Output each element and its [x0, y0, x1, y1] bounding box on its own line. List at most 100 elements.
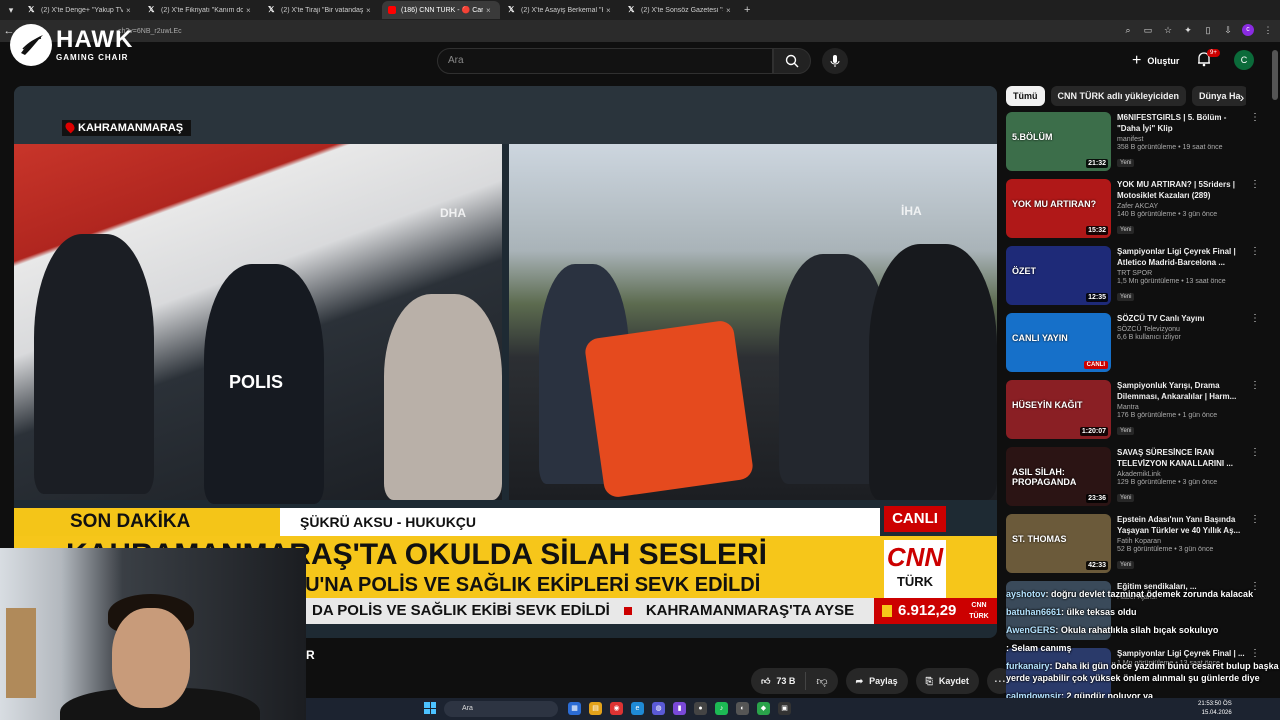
new-badge: Yeni — [1117, 159, 1135, 167]
cnn-turk-logo: CNN TÜRK — [884, 540, 946, 600]
new-tab-button[interactable]: + — [744, 4, 750, 16]
search-input[interactable]: Ara — [437, 48, 773, 74]
more-options-icon[interactable]: ⋮ — [1250, 380, 1260, 391]
microphone-icon — [830, 55, 840, 67]
channel-name[interactable]: AkademikLink — [1117, 471, 1247, 478]
crawl-item: KAHRAMANMARAŞ'TA AYSE — [645, 602, 855, 619]
more-options-icon[interactable]: ⋮ — [1250, 447, 1260, 458]
recommendation-item[interactable]: 5.BÖLÜM 21:32 M6NIFESTGIRLS | 5. Bölüm - "… — [1006, 112, 1268, 179]
task-view-icon[interactable]: ▦ — [568, 702, 581, 715]
thumbnail-text: ASIL SİLAH: PROPAGANDA — [1012, 467, 1077, 487]
browser-tab[interactable]: 𝕏 (2) X'te Fikriyatı "Kanım dondu× — [142, 1, 260, 19]
app-icon[interactable]: ◆ — [757, 702, 770, 715]
more-options-icon[interactable]: ⋮ — [1250, 179, 1260, 190]
more-options-icon[interactable]: ⋮ — [1250, 246, 1260, 257]
close-tab-icon[interactable]: × — [366, 6, 374, 15]
windows-start-icon[interactable] — [424, 702, 436, 714]
recommendation-info: YOK MU ARTIRAN? | 5Sriders | Motosiklet … — [1117, 179, 1247, 236]
video-meta: 176 B görüntüleme • 1 gün önce — [1117, 412, 1218, 419]
app-icon[interactable]: ▣ — [778, 702, 791, 715]
video-thumbnail[interactable]: ÖZET 12:35 — [1006, 246, 1111, 305]
page-scrollbar[interactable] — [1272, 50, 1278, 690]
recommendation-item[interactable]: ST. THOMAS 42:33 Epstein Adası'nın Yanı Ba… — [1006, 514, 1268, 581]
recommendation-title[interactable]: Epstein Adası'nın Yanı Başında Yaşayan T… — [1117, 514, 1247, 536]
close-tab-icon[interactable]: × — [606, 6, 614, 15]
video-thumbnail[interactable]: HÜSEYİN KAĞIT 1:20:07 — [1006, 380, 1111, 439]
video-meta: 52 B görüntüleme • 3 gün önce — [1117, 546, 1214, 553]
browser-tab[interactable]: 𝕏 (2) X'te Asayiş Berkemal "Kahv× — [502, 1, 620, 19]
search-button[interactable] — [773, 48, 811, 74]
extensions-icon[interactable]: ✦ — [1182, 24, 1194, 36]
cast-icon[interactable]: ▭ — [1142, 24, 1154, 36]
video-thumbnail[interactable]: YOK MU ARTIRAN? 15:32 — [1006, 179, 1111, 238]
recommendation-item[interactable]: CANLI YAYIN CANLI SÖZCÜ TV Canlı Yayını SÖZ… — [1006, 313, 1268, 380]
voice-search-button[interactable] — [822, 48, 848, 74]
chat-message: AwenGERS: Okula rahatlıkla silah bıçak s… — [1006, 624, 1280, 636]
channel-name[interactable]: TRT SPOR — [1117, 270, 1247, 277]
close-tab-icon[interactable]: × — [726, 6, 734, 15]
browser-tab[interactable]: 𝕏 (2) X'te Denge+ "Yakup TV'nin× — [22, 1, 140, 19]
scrollbar-thumb[interactable] — [1272, 50, 1278, 100]
edge-icon[interactable]: e — [631, 702, 644, 715]
filter-chip[interactable]: Tümü — [1006, 86, 1045, 106]
chips-next-icon[interactable]: › — [1232, 88, 1252, 108]
close-tab-icon[interactable]: × — [486, 6, 494, 15]
browser-tab[interactable]: 𝕏 (2) X'te Tiraji "Bir vatandaş, Hat× — [262, 1, 380, 19]
filter-chip[interactable]: CNN TÜRK adlı yükleyiciden — [1050, 86, 1187, 106]
recommendation-title[interactable]: SAVAŞ SÜRESİNCE İRAN TELEVİZYON KANALLAR… — [1117, 447, 1247, 469]
sidebar-icon[interactable]: ▯ — [1202, 24, 1214, 36]
recommendation-title[interactable]: SÖZCÜ TV Canlı Yayını — [1117, 313, 1247, 324]
video-thumbnail[interactable]: 5.BÖLÜM 21:32 — [1006, 112, 1111, 171]
thumbnail-text: CANLI YAYIN — [1012, 333, 1068, 343]
orange-medical-bag — [583, 319, 755, 499]
channel-name[interactable]: Fatih Koparan — [1117, 538, 1247, 545]
twitch-icon[interactable]: ▮ — [673, 702, 686, 715]
browser-menu-icon[interactable]: ⋮ — [1262, 24, 1274, 36]
close-tab-icon[interactable]: × — [246, 6, 254, 15]
channel-name[interactable]: Mantra — [1117, 404, 1247, 411]
spotify-icon[interactable]: ♪ — [715, 702, 728, 715]
channel-name[interactable]: Zafer AKCAY — [1117, 203, 1247, 210]
dislike-button[interactable]: 👎︎ — [806, 675, 837, 688]
recommendation-item[interactable]: ASIL SİLAH: PROPAGANDA 23:36 SAVAŞ SÜRESİN… — [1006, 447, 1268, 514]
browser-tab[interactable]: (186) CNN TÜRK - 🔴 Canl × — [382, 1, 500, 19]
video-thumbnail[interactable]: ST. THOMAS 42:33 — [1006, 514, 1111, 573]
taskbar-search[interactable]: Ara — [444, 701, 558, 717]
location-tag: KAHRAMANMARAŞ — [62, 120, 192, 136]
bookmark-star-icon[interactable]: ☆ — [1162, 24, 1174, 36]
recommendation-title[interactable]: Şampiyonlar Ligi Çeyrek Final | Atletico… — [1117, 246, 1247, 268]
more-options-icon[interactable]: ⋮ — [1250, 313, 1260, 324]
tab-search-icon[interactable]: ▾ — [2, 1, 20, 19]
recommendation-item[interactable]: YOK MU ARTIRAN? 15:32 YOK MU ARTIRAN? | 5S… — [1006, 179, 1268, 246]
steam-icon[interactable]: ◐ — [736, 702, 749, 715]
notifications-button[interactable]: 9+ — [1196, 49, 1220, 71]
zoom-icon[interactable]: ⌕ — [1122, 24, 1134, 36]
obs-icon[interactable]: ● — [694, 702, 707, 715]
like-button[interactable]: 👍︎ 73 B — [751, 672, 807, 690]
browser-profile-avatar[interactable]: c — [1242, 24, 1254, 36]
close-tab-icon[interactable]: × — [126, 6, 134, 15]
browser-tab[interactable]: 𝕏 (2) X'te Sonsöz Gazetesi "#SON× — [622, 1, 740, 19]
create-button[interactable]: + Oluştur — [1124, 49, 1187, 73]
recommendation-info: Şampiyonluk Yarışı, Drama Dilemması, Ank… — [1117, 380, 1247, 437]
recommendation-title[interactable]: YOK MU ARTIRAN? | 5Sriders | Motosiklet … — [1117, 179, 1247, 201]
chrome-icon[interactable]: ◉ — [610, 702, 623, 715]
duration-badge: 21:32 — [1086, 159, 1108, 168]
channel-name[interactable]: SÖZCÜ Televizyonu — [1117, 326, 1247, 333]
taskbar-clock[interactable]: 21:53:50 ÖS 15.04.2026 — [1198, 700, 1232, 718]
recommendation-item[interactable]: ÖZET 12:35 Şampiyonlar Ligi Çeyrek Final |… — [1006, 246, 1268, 313]
save-button[interactable]: ⎘ Kaydet — [915, 668, 979, 694]
recommendation-title[interactable]: M6NIFESTGIRLS | 5. Bölüm - "Daha İyi" Kl… — [1117, 112, 1247, 134]
more-options-icon[interactable]: ⋮ — [1250, 514, 1260, 525]
more-options-icon[interactable]: ⋮ — [1250, 112, 1260, 123]
discord-icon[interactable]: ◍ — [652, 702, 665, 715]
share-button[interactable]: ➦ Paylaş — [845, 668, 908, 694]
video-thumbnail[interactable]: ASIL SİLAH: PROPAGANDA 23:36 — [1006, 447, 1111, 506]
account-avatar[interactable]: C — [1234, 50, 1254, 70]
recommendation-title[interactable]: Şampiyonluk Yarışı, Drama Dilemması, Ank… — [1117, 380, 1247, 402]
video-thumbnail[interactable]: CANLI YAYIN CANLI — [1006, 313, 1111, 372]
file-explorer-icon[interactable]: ▤ — [589, 702, 602, 715]
channel-name[interactable]: manifest — [1117, 136, 1247, 143]
downloads-icon[interactable]: ⇩ — [1222, 24, 1234, 36]
recommendation-item[interactable]: HÜSEYİN KAĞIT 1:20:07 Şampiyonluk Yarışı, … — [1006, 380, 1268, 447]
